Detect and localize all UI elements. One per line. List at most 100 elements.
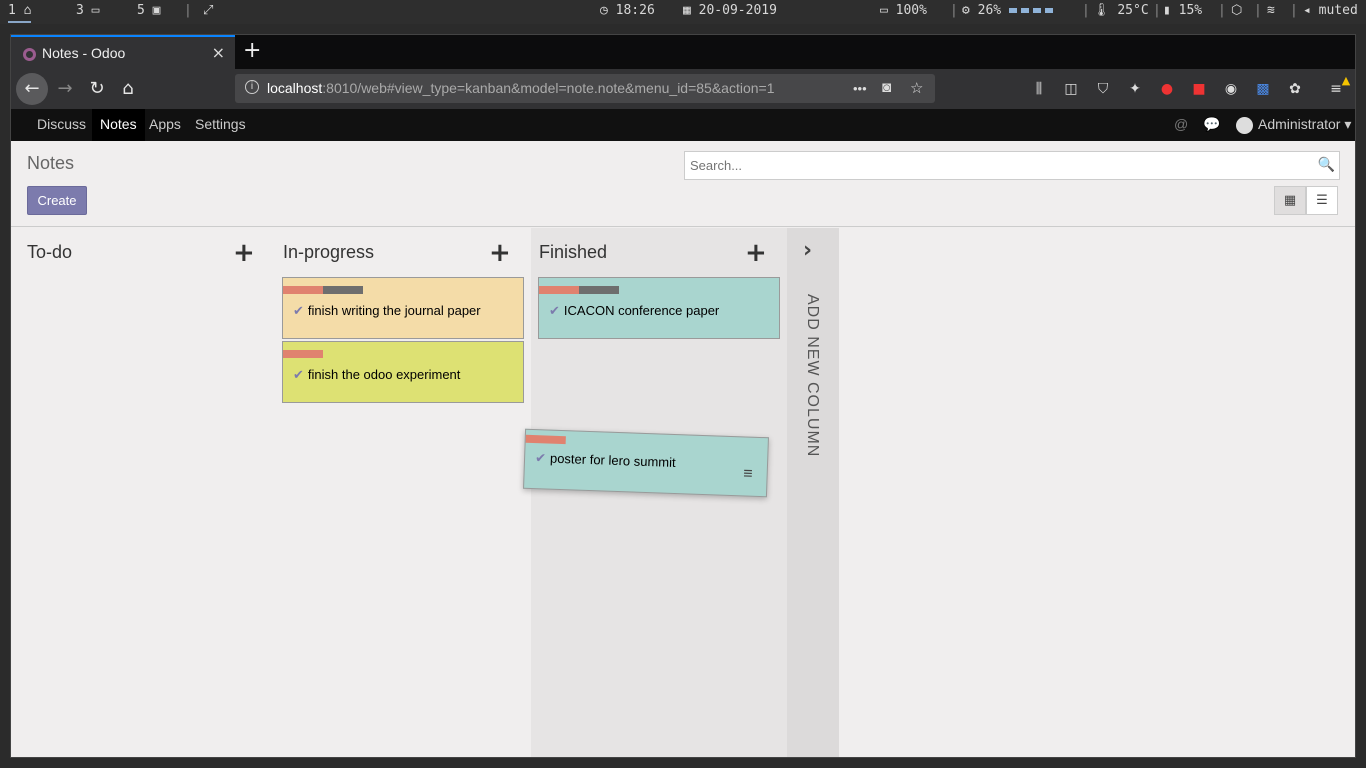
pocket-icon[interactable]: ◙ bbox=[882, 79, 891, 96]
column-title: To-do bbox=[27, 242, 73, 262]
kanban-board: To-do + In-progress + ✔ finish writing th… bbox=[11, 228, 1355, 757]
odoo-main-navbar: Discuss Notes Apps Settings @ 💬 Administ… bbox=[11, 109, 1355, 141]
new-tab-icon[interactable]: + bbox=[243, 38, 261, 63]
bookmark-star-icon[interactable]: ☆ bbox=[910, 79, 923, 97]
card-text: ✔ poster for lero summit bbox=[535, 450, 676, 471]
check-icon: ✔ bbox=[293, 303, 304, 318]
reload-icon[interactable]: ↻ bbox=[81, 73, 113, 105]
control-panel: Notes Create 🔍 ▦ ☰ bbox=[11, 141, 1355, 227]
card-text: ✔ finish the odoo experiment bbox=[293, 367, 460, 383]
workspace-number: 1 bbox=[8, 3, 16, 18]
divider: | bbox=[1254, 3, 1262, 18]
close-tab-icon[interactable]: × bbox=[212, 43, 225, 62]
chat-icon[interactable]: 💬 bbox=[1203, 109, 1220, 141]
temperature: 🌡 25°C bbox=[1093, 3, 1149, 18]
kanban-card[interactable]: ✔ finish the odoo experiment bbox=[282, 341, 524, 403]
volume[interactable]: ◂ muted bbox=[1303, 3, 1358, 18]
divider: | bbox=[1290, 3, 1298, 18]
library-icon[interactable]: ⫼ bbox=[1030, 80, 1048, 98]
divider: | bbox=[184, 3, 192, 18]
add-column-label: ADD NEW COLUMN bbox=[804, 294, 821, 458]
cpu-text: 26% bbox=[977, 3, 1002, 18]
add-new-column[interactable]: › ADD NEW COLUMN bbox=[787, 228, 839, 757]
home-icon: ⌂ bbox=[23, 3, 32, 18]
red-extension-icon[interactable]: ■ bbox=[1190, 80, 1208, 98]
url-host: localhost bbox=[267, 80, 323, 96]
account-extension-icon[interactable]: ◉ bbox=[1222, 80, 1240, 98]
kanban-card[interactable]: ✔ ICACON conference paper bbox=[538, 277, 780, 339]
ublock-icon[interactable]: ● bbox=[1158, 80, 1176, 98]
folder-icon: ▭ bbox=[91, 3, 100, 18]
tag-color-bar bbox=[525, 434, 566, 445]
forward-arrow-icon[interactable]: → bbox=[49, 73, 81, 105]
tag-color-bar bbox=[579, 286, 619, 294]
card-menu-icon[interactable]: ≡ bbox=[743, 465, 753, 483]
speaker-icon: ◂ bbox=[1303, 3, 1311, 18]
add-card-icon[interactable]: + bbox=[745, 238, 767, 268]
wifi-icon[interactable]: ≋ bbox=[1267, 3, 1275, 18]
tag-color-bar bbox=[283, 286, 323, 294]
menu-settings[interactable]: Settings bbox=[187, 109, 254, 141]
chevron-right-icon: › bbox=[803, 238, 813, 263]
cookie-icon[interactable]: ✿ bbox=[1286, 80, 1304, 98]
tag-color-bar bbox=[539, 286, 579, 294]
cpu-graph bbox=[1008, 3, 1057, 18]
back-arrow-icon[interactable]: ← bbox=[16, 73, 48, 105]
kanban-view-button[interactable]: ▦ bbox=[1274, 186, 1306, 215]
clock-text: 18:26 bbox=[615, 3, 655, 18]
user-name: Administrator bbox=[1258, 116, 1341, 132]
card-text: ✔ ICACON conference paper bbox=[549, 303, 719, 319]
caret-down-icon: ▾ bbox=[1344, 116, 1352, 132]
workspace-5[interactable]: 5 ▣ bbox=[137, 3, 160, 18]
card-title: finish writing the journal paper bbox=[307, 303, 481, 318]
warning-icon: ▲ bbox=[1341, 74, 1351, 87]
kanban-card[interactable]: ✔ finish writing the journal paper bbox=[282, 277, 524, 339]
date: ▦ 20-09-2019 bbox=[683, 3, 777, 18]
volume-text: muted bbox=[1318, 3, 1358, 18]
add-card-icon[interactable]: + bbox=[489, 238, 511, 268]
sidebar-icon[interactable]: ◫ bbox=[1062, 80, 1080, 98]
check-icon: ✔ bbox=[534, 450, 547, 466]
tab-strip: Notes - Odoo × + bbox=[11, 35, 1355, 69]
dragging-kanban-card[interactable]: ✔ poster for lero summit ≡ bbox=[523, 428, 769, 498]
terminal-icon: ▣ bbox=[152, 3, 161, 18]
shield-extension-icon[interactable]: ⛉ bbox=[1094, 80, 1112, 98]
avatar bbox=[1236, 116, 1253, 134]
workspace-number: 5 bbox=[137, 3, 145, 18]
translate-icon[interactable]: ▩ bbox=[1254, 80, 1272, 98]
expand-icon[interactable]: ⤢ bbox=[203, 3, 213, 18]
extension-icon[interactable]: ✦ bbox=[1126, 80, 1144, 98]
main-content: Notes Create 🔍 ▦ ☰ To-do + In-progress + bbox=[11, 141, 1355, 757]
tab-title: Notes - Odoo bbox=[42, 45, 126, 61]
mention-icon[interactable]: @ bbox=[1174, 109, 1188, 141]
search-input[interactable] bbox=[685, 152, 1285, 179]
memory-text: 15% bbox=[1178, 3, 1203, 18]
card-title: finish the odoo experiment bbox=[307, 367, 461, 382]
list-view-button[interactable]: ☰ bbox=[1306, 186, 1338, 215]
workspace-1[interactable]: 1 ⌂ bbox=[8, 3, 32, 23]
menu-discuss[interactable]: Discuss bbox=[29, 109, 94, 141]
divider: | bbox=[1082, 3, 1090, 18]
url-text[interactable]: localhost:8010/web#view_type=kanban&mode… bbox=[267, 80, 847, 96]
add-card-icon[interactable]: + bbox=[233, 238, 255, 268]
info-icon[interactable]: i bbox=[245, 80, 259, 94]
search-icon[interactable]: 🔍 bbox=[1318, 157, 1335, 173]
user-menu[interactable]: Administrator ▾ bbox=[1236, 109, 1351, 141]
home-icon[interactable]: ⌂ bbox=[112, 73, 144, 105]
odoo-favicon-icon bbox=[23, 48, 36, 61]
cpu-icon: ⚙ bbox=[962, 3, 970, 18]
workspace-3[interactable]: 3 ▭ bbox=[76, 3, 99, 18]
menu-apps[interactable]: Apps bbox=[141, 109, 189, 141]
browser-tab[interactable]: Notes - Odoo × bbox=[11, 35, 235, 69]
browser-window: Notes - Odoo × + ← → ↻ ⌂ i localhost:801… bbox=[10, 34, 1356, 758]
address-bar[interactable]: i localhost:8010/web#view_type=kanban&mo… bbox=[235, 74, 935, 103]
card-title: poster for lero summit bbox=[549, 450, 676, 471]
memory: ▮ 15% bbox=[1163, 3, 1202, 18]
package-icon[interactable]: ⬡ bbox=[1231, 3, 1242, 18]
menu-notes[interactable]: Notes bbox=[92, 109, 145, 141]
battery: ▭ 100% bbox=[880, 3, 927, 18]
page-actions-icon[interactable]: ••• bbox=[853, 81, 867, 96]
create-button[interactable]: Create bbox=[27, 186, 87, 215]
tag-color-bar bbox=[283, 350, 323, 358]
divider: | bbox=[1218, 3, 1226, 18]
